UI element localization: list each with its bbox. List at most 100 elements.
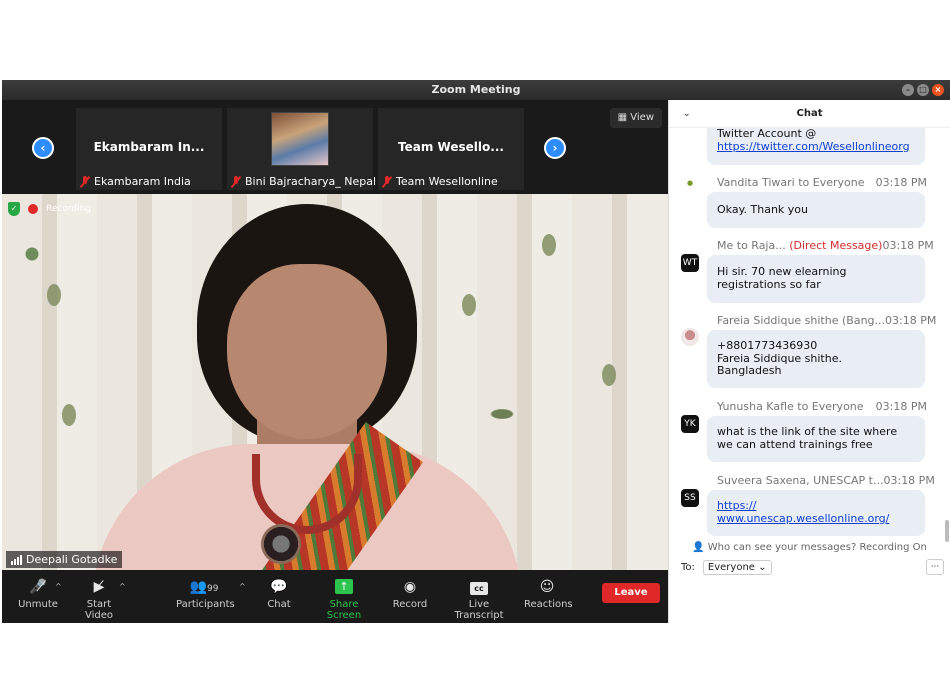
message-text: Twitter Account @ (717, 128, 817, 140)
window-titlebar: Zoom Meeting – □ × (2, 80, 950, 100)
who-can-see-text: Who can see your messages? Recording On (707, 542, 927, 553)
chat-button[interactable]: 💬 Chat (264, 578, 294, 610)
security-shield-icon[interactable]: ✓ (8, 202, 20, 216)
tile-display-name: Team Wesello... (398, 140, 504, 154)
who-can-see-notice[interactable]: 👤 Who can see your messages? Recording O… (669, 542, 950, 553)
message-sender: Me to Raja... (717, 239, 786, 252)
mic-muted-icon: 🎤̸ (29, 579, 47, 595)
reactions-label: Reactions (524, 599, 573, 610)
message-link[interactable]: https:// (717, 499, 915, 513)
record-label: Record (392, 599, 428, 610)
chat-label: Chat (267, 599, 291, 610)
message-sender: Suveera Saxena, UNESCAP t... (717, 474, 884, 487)
chat-panel: ⌄ Chat Twitter Account @ https://twitter… (668, 100, 950, 623)
message-header: Me to Raja... (Direct Message) 03:18 PM (717, 239, 934, 252)
message-text: Bangladesh (717, 364, 782, 377)
speaker-name-tag: Deepali Gotadke (6, 551, 123, 568)
chat-message-bubble: https:// www.unescap.wesellonline.org/ (707, 490, 925, 536)
curtain-pattern (47, 284, 61, 306)
tile-label: Ekambaram India (80, 175, 191, 188)
participants-label: Participants (176, 599, 235, 610)
leave-button[interactable]: Leave (602, 583, 660, 603)
curtain-pattern (542, 234, 556, 256)
audio-options-chevron-icon[interactable]: ^ (55, 582, 62, 591)
view-button[interactable]: ▦ View (609, 108, 662, 128)
message-link[interactable]: https://twitter.com/Wesellonlineorg (717, 140, 915, 154)
record-icon: ◉ (403, 579, 417, 595)
chevron-down-icon: ⌄ (758, 562, 767, 573)
active-speaker-video: ✓ Recording Deepali Gotadke (2, 194, 668, 570)
message-time: 03:18 PM (875, 176, 927, 189)
pendant (261, 524, 301, 564)
recording-dot-icon (28, 204, 38, 214)
thumbnail-strip: ‹ Ekambaram In... Ekambaram India Bini B… (2, 100, 668, 194)
mic-muted-icon (231, 175, 241, 188)
speaker-face (227, 264, 387, 439)
message-header: Fareia Siddique shithe (Bang... 03:18 PM (717, 314, 936, 327)
tile-label-text: Bini Bajracharya_ Nepal (245, 175, 377, 188)
chat-more-options-button[interactable]: ··· (926, 559, 944, 575)
close-window-button[interactable]: × (932, 84, 944, 96)
message-time: 03:18 PM (875, 400, 927, 413)
video-off-icon: ▶̸ (93, 579, 105, 595)
people-icon: 👤 (692, 542, 705, 553)
avatar: SS (681, 489, 699, 507)
chat-scrollbar[interactable] (945, 520, 949, 542)
share-screen-label: Share Screen (326, 599, 362, 621)
tile-display-name: Ekambaram In... (93, 140, 205, 154)
participants-button[interactable]: 👥99 Participants (176, 578, 235, 610)
avatar (681, 328, 699, 346)
participant-tile-team-wesellonline[interactable]: Team Wesello... Team Wesellonline (378, 108, 524, 190)
next-page-arrow-icon[interactable]: › (544, 137, 566, 159)
meeting-toolbar: 🎤̸ Unmute ^ ▶̸ Start Video ^ 👥99 Partici… (2, 570, 668, 623)
participant-tile-ekambaram[interactable]: Ekambaram In... Ekambaram India (76, 108, 222, 190)
start-video-button[interactable]: ▶̸ Start Video (72, 578, 126, 621)
closed-caption-icon: cc (444, 578, 514, 596)
live-transcript-label: Live Transcript (454, 599, 504, 621)
chat-message-bubble: +8801773436930 Fareia Siddique shithe. B… (707, 330, 925, 388)
message-sender: Yunusha Kafle to Everyone (717, 400, 864, 413)
participant-tile-bini[interactable]: Bini Bajracharya_ Nepal (227, 108, 377, 190)
share-screen-icon: ↑ (335, 579, 353, 594)
recipient-value: Everyone (707, 562, 755, 573)
participants-options-chevron-icon[interactable]: ^ (239, 582, 246, 591)
message-sender: Fareia Siddique shithe (Bang... (717, 314, 886, 327)
video-options-chevron-icon[interactable]: ^ (119, 582, 126, 591)
cc-text: cc (470, 582, 488, 595)
message-header: Vandita Tiwari to Everyone 03:18 PM (717, 176, 927, 189)
record-button[interactable]: ◉ Record (392, 578, 428, 610)
message-sender: Vandita Tiwari to Everyone (717, 176, 865, 189)
share-screen-button[interactable]: ↑ Share Screen (314, 578, 374, 621)
message-text: Hi sir. 70 new elearning registrations s… (717, 265, 847, 291)
curtain-pattern (602, 364, 616, 386)
unmute-button[interactable]: 🎤̸ Unmute (16, 578, 60, 610)
participant-video-thumbnail (271, 112, 329, 166)
signal-bars-icon (11, 554, 22, 565)
minimize-button[interactable]: – (902, 84, 914, 96)
prev-page-arrow-icon[interactable]: ‹ (32, 137, 54, 159)
chat-bubble-icon: 💬 (270, 579, 288, 595)
maximize-button[interactable]: □ (917, 84, 929, 96)
chevron-down-icon[interactable]: ⌄ (683, 100, 691, 128)
mic-muted-icon (80, 175, 90, 188)
message-header: Yunusha Kafle to Everyone 03:18 PM (717, 400, 927, 413)
recording-indicator: ✓ Recording (8, 202, 91, 216)
message-link[interactable]: www.unescap.wesellonline.org/ (717, 512, 915, 526)
avatar: WT (681, 254, 699, 272)
message-time: 03:18 PM (885, 314, 937, 327)
chat-message-bubble: what is the link of the site where we ca… (707, 416, 925, 462)
unmute-label: Unmute (18, 599, 58, 610)
smiley-icon: ☺ (539, 579, 555, 595)
recipient-row: To: Everyone ⌄ (681, 560, 772, 575)
participants-icon: 👥99 (189, 579, 219, 595)
curtain-pattern (462, 294, 476, 316)
reactions-button[interactable]: ☺ Reactions (524, 578, 573, 610)
start-video-label: Start Video (84, 599, 114, 621)
chat-header: ⌄ Chat (669, 100, 950, 128)
recording-label: Recording (46, 204, 92, 214)
chat-message-bubble: Hi sir. 70 new elearning registrations s… (707, 255, 925, 303)
recipient-select[interactable]: Everyone ⌄ (702, 560, 772, 575)
meeting-area: ‹ Ekambaram In... Ekambaram India Bini B… (2, 100, 668, 623)
live-transcript-button[interactable]: cc Live Transcript (444, 578, 514, 621)
tile-label-text: Ekambaram India (94, 175, 191, 188)
